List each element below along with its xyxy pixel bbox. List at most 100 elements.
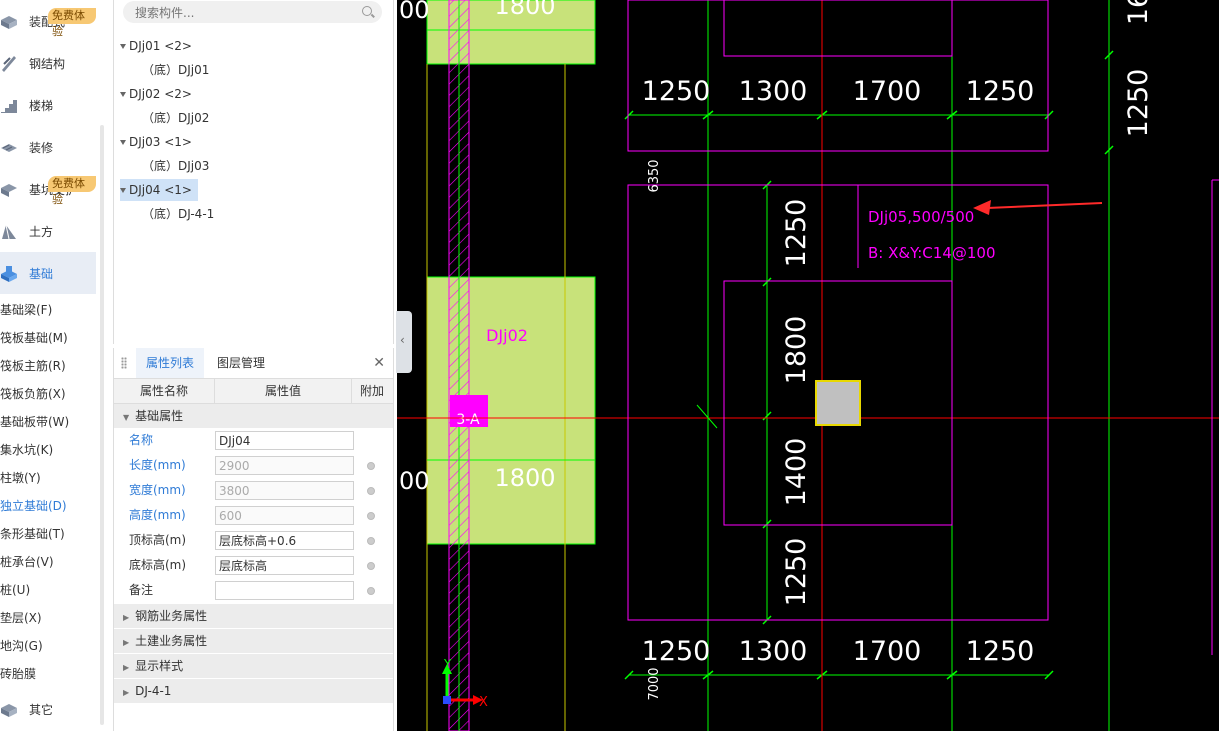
- group-foundation-props[interactable]: ▼ 基础属性: [114, 404, 393, 429]
- category-steel[interactable]: 钢结构: [0, 42, 96, 84]
- property-value-name[interactable]: [215, 431, 354, 450]
- dim-ticks: [624, 50, 1114, 680]
- sub-item-brick-mold[interactable]: 砖胎膜: [0, 660, 96, 688]
- dim-text: 1250: [781, 199, 812, 268]
- group-label: DJ-4-1: [135, 684, 172, 698]
- dim-text: 1250: [642, 636, 711, 667]
- tree-leaf-djj01[interactable]: （底）DJj01: [142, 59, 209, 81]
- steel-structure-icon: [2, 56, 16, 72]
- extra-checkbox[interactable]: [367, 462, 375, 470]
- group-civil-props[interactable]: ▶ 土建业务属性: [114, 629, 393, 654]
- column-header-name: 属性名称: [114, 379, 215, 403]
- close-icon[interactable]: ✕: [373, 355, 385, 371]
- group-display-style[interactable]: ▶ 显示样式: [114, 654, 393, 679]
- tree-node-djj01[interactable]: DJj01 <2>: [120, 35, 192, 57]
- sub-item-pile-cap[interactable]: 桩承台(V): [0, 548, 96, 576]
- property-value-height[interactable]: [215, 506, 354, 525]
- category-decoration[interactable]: 装修: [0, 126, 96, 168]
- property-name: 高度(mm): [129, 508, 186, 522]
- dim-text: 1250: [1123, 69, 1154, 138]
- tree-node-label: DJj04 <1>: [129, 183, 192, 197]
- extra-checkbox[interactable]: [367, 537, 375, 545]
- annotation-djj05: DJj05,500/500: [868, 208, 974, 226]
- column-header-extra: 附加: [359, 384, 384, 398]
- dim-text-cut: 00: [399, 467, 430, 495]
- property-name: 顶标高(m): [129, 533, 187, 547]
- property-value-bottom-elevation[interactable]: [215, 556, 354, 575]
- property-value-width[interactable]: [215, 481, 354, 500]
- extra-checkbox[interactable]: [367, 587, 375, 595]
- green-mark: [696, 404, 718, 429]
- sub-item-raft[interactable]: 筏板基础(M): [0, 324, 96, 352]
- property-value-top-elevation[interactable]: [215, 531, 354, 550]
- extra-checkbox[interactable]: [367, 562, 375, 570]
- drag-handle-icon[interactable]: [121, 357, 127, 369]
- expand-triangle-icon[interactable]: [120, 44, 126, 49]
- sub-item-slab-strip[interactable]: 基础板带(W): [0, 408, 96, 436]
- tree-node-djj03[interactable]: DJj03 <1>: [120, 131, 192, 153]
- tree-leaf-djj02[interactable]: （底）DJj02: [142, 107, 209, 129]
- category-foundation[interactable]: 基础: [0, 252, 96, 294]
- dim-text: 1800: [494, 464, 555, 492]
- cad-drawing[interactable]: 1800 1800 DJj02 00 00 3-A DJj05,500/500 …: [397, 0, 1219, 731]
- tree-node-djj02[interactable]: DJj02 <2>: [120, 83, 192, 105]
- sub-item-pier[interactable]: 柱墩(Y): [0, 464, 96, 492]
- expand-triangle-icon[interactable]: [120, 92, 126, 97]
- dim-text: 1300: [739, 76, 808, 107]
- search-input[interactable]: [133, 3, 357, 23]
- expand-triangle-icon[interactable]: [120, 188, 126, 193]
- search-icon[interactable]: [362, 6, 372, 16]
- category-foundation-pit[interactable]: 基坑支护 免费体验: [0, 168, 96, 210]
- category-prefab[interactable]: 装配式 免费体验: [0, 0, 96, 42]
- dim-text: 1800: [781, 316, 812, 385]
- sub-item-cushion[interactable]: 垫层(X): [0, 604, 96, 632]
- tree-leaf-djj03[interactable]: （底）DJj03: [142, 155, 209, 177]
- extra-checkbox[interactable]: [367, 512, 375, 520]
- column-box[interactable]: [815, 380, 861, 426]
- sub-item-raft-neg-rebar[interactable]: 筏板负筋(X): [0, 380, 96, 408]
- expand-triangle-icon[interactable]: ▶: [123, 656, 129, 680]
- footing-inner-upper[interactable]: [723, 0, 953, 57]
- dim-text: 1800: [494, 0, 555, 20]
- tree-node-label: DJj03 <1>: [129, 135, 192, 149]
- expand-triangle-icon[interactable]: ▶: [123, 631, 129, 655]
- cad-drawing-canvas[interactable]: 1800 1800 DJj02 00 00 3-A DJj05,500/500 …: [397, 0, 1219, 731]
- sub-item-trench[interactable]: 地沟(G): [0, 632, 96, 660]
- collapse-triangle-icon[interactable]: ▼: [123, 406, 129, 430]
- dim-text-7000: 7000: [647, 667, 662, 700]
- sub-item-isolated-footing[interactable]: 独立基础(D): [0, 492, 96, 520]
- ucs-y-label: Y: [443, 657, 452, 671]
- footing-label-djj02: DJj02: [486, 326, 528, 345]
- tree-node-label: DJj01 <2>: [129, 39, 192, 53]
- property-row-name: 名称: [114, 428, 393, 453]
- group-rebar-props[interactable]: ▶ 钢筋业务属性: [114, 604, 393, 629]
- expand-triangle-icon[interactable]: [120, 140, 126, 145]
- tab-layer-management[interactable]: 图层管理: [215, 348, 267, 378]
- sub-item-raft-main-rebar[interactable]: 筏板主筋(R): [0, 352, 96, 380]
- sub-item-foundation-beam[interactable]: 基础梁(F): [0, 296, 96, 324]
- sidebar-scrollbar[interactable]: [100, 125, 104, 725]
- tree-leaf-dj-4-1[interactable]: （底）DJ-4-1: [142, 203, 214, 225]
- free-trial-badge: 免费体验: [48, 8, 96, 38]
- sub-item-strip-footing[interactable]: 条形基础(T): [0, 520, 96, 548]
- property-name: 长度(mm): [129, 458, 186, 472]
- expand-triangle-icon[interactable]: ▶: [123, 681, 129, 705]
- group-dj-4-1[interactable]: ▶ DJ-4-1: [114, 679, 393, 704]
- category-earthwork[interactable]: 土方: [0, 210, 96, 252]
- properties-panel: 属性列表 图层管理 ✕ 属性名称 属性值 附加 ▼基础属性 名称 长度(mm) …: [113, 348, 394, 731]
- category-other[interactable]: 其它: [0, 688, 96, 730]
- property-row-remark: 备注: [114, 578, 393, 603]
- tree-node-djj04[interactable]: DJj04 <1>: [120, 179, 198, 201]
- sub-item-sump[interactable]: 集水坑(K): [0, 436, 96, 464]
- category-label: 钢结构: [29, 57, 66, 71]
- dim-text: 1250: [966, 636, 1035, 667]
- extra-checkbox[interactable]: [367, 487, 375, 495]
- property-value-length[interactable]: [215, 456, 354, 475]
- sub-item-pile[interactable]: 桩(U): [0, 576, 96, 604]
- tab-property-list[interactable]: 属性列表: [136, 348, 205, 378]
- collapse-panel-button[interactable]: ‹: [396, 311, 412, 373]
- dim-text: 1250: [781, 538, 812, 607]
- expand-triangle-icon[interactable]: ▶: [123, 606, 129, 630]
- property-value-remark[interactable]: [215, 581, 354, 600]
- category-stair[interactable]: 楼梯: [0, 84, 96, 126]
